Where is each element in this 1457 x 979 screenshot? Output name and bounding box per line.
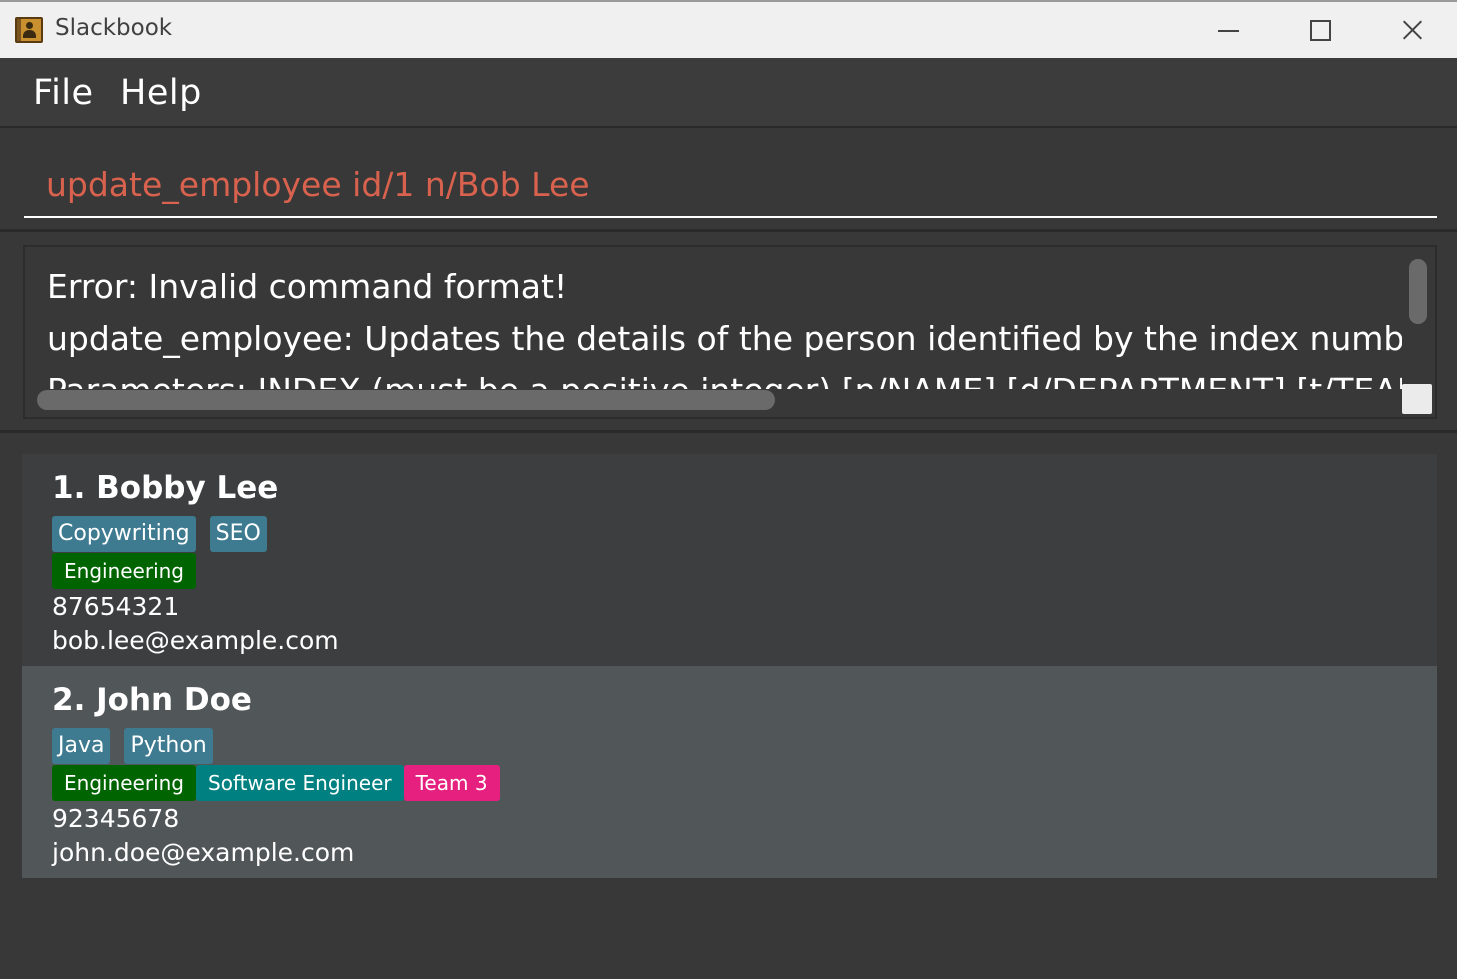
- close-icon[interactable]: [1392, 12, 1432, 48]
- skill-tag: Java: [52, 728, 111, 764]
- skill-tag: Python: [124, 728, 213, 764]
- command-input[interactable]: [24, 152, 1437, 218]
- department-tag: Engineering: [52, 765, 196, 801]
- role-tag: Software Engineer: [196, 765, 404, 801]
- command-box: [0, 130, 1457, 232]
- menu-help[interactable]: Help: [120, 73, 202, 113]
- maximize-icon[interactable]: [1299, 12, 1339, 48]
- window-title: Slackbook: [55, 15, 173, 41]
- person-card-selected[interactable]: 2. John Doe Java Python Engineering Soft…: [22, 666, 1437, 878]
- result-display: Error: Invalid command format! update_em…: [0, 232, 1457, 433]
- result-text: Error: Invalid command format! update_em…: [47, 261, 1402, 389]
- address-book-icon: [15, 17, 43, 43]
- person-phone: 92345678: [52, 804, 180, 833]
- person-name: 1. Bobby Lee: [52, 470, 279, 506]
- person-email: bob.lee@example.com: [52, 626, 339, 655]
- title-bar: Slackbook: [0, 0, 1457, 58]
- result-line: update_employee: Updates the details of …: [47, 319, 1402, 358]
- skill-tags: Java Python: [52, 728, 213, 764]
- person-card[interactable]: 1. Bobby Lee Copywriting SEO Engineering…: [22, 454, 1437, 666]
- result-line: Error: Invalid command format!: [47, 267, 568, 306]
- scroll-corner: [1402, 384, 1432, 414]
- person-name: 2. John Doe: [52, 682, 252, 718]
- skill-tags: Copywriting SEO: [52, 516, 267, 552]
- department-tag: Engineering: [52, 553, 196, 589]
- result-line: Parameters: INDEX (must be a positive in…: [47, 365, 1402, 389]
- vertical-scrollbar[interactable]: [1409, 259, 1427, 324]
- info-tags: Engineering Software Engineer Team 3: [52, 765, 500, 801]
- result-text-area[interactable]: Error: Invalid command format! update_em…: [23, 245, 1437, 419]
- person-phone: 87654321: [52, 592, 180, 621]
- menu-bar: File Help: [0, 58, 1457, 128]
- horizontal-scrollbar[interactable]: [37, 390, 775, 410]
- minimize-icon[interactable]: [1208, 12, 1248, 48]
- person-list: 1. Bobby Lee Copywriting SEO Engineering…: [0, 433, 1457, 979]
- menu-file[interactable]: File: [33, 73, 94, 113]
- skill-tag: SEO: [209, 516, 267, 552]
- info-tags: Engineering: [52, 553, 196, 589]
- person-email: john.doe@example.com: [52, 838, 355, 867]
- team-tag: Team 3: [403, 765, 500, 801]
- skill-tag: Copywriting: [52, 516, 196, 552]
